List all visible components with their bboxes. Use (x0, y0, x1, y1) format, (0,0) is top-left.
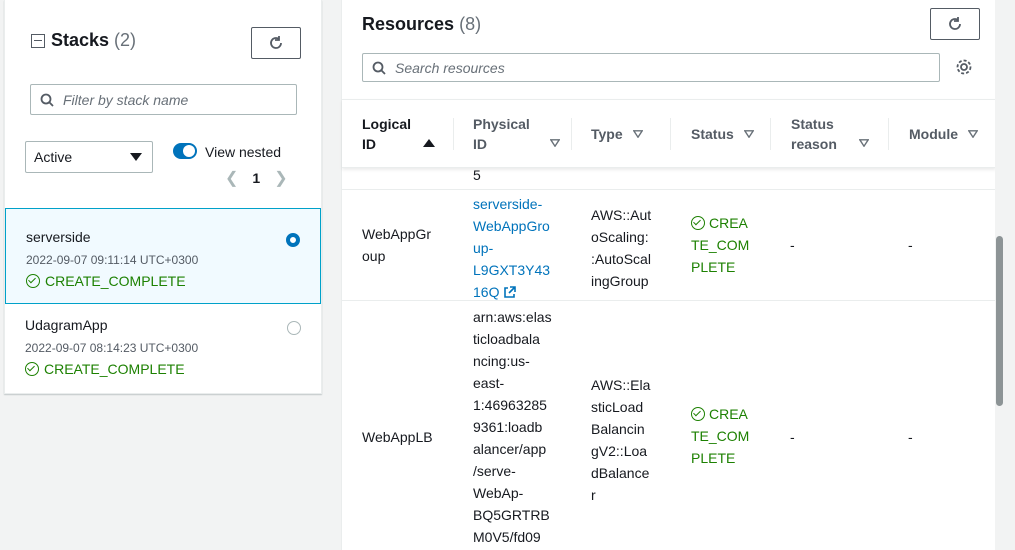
row-logical-id: WebAppLB (362, 429, 433, 445)
column-header-module[interactable]: Module (909, 100, 994, 167)
stack-status: CREATE_COMPLETE (26, 273, 300, 289)
stack-date: 2022-09-07 09:11:14 UTC+0300 (26, 253, 199, 267)
stack-radio-selected[interactable] (286, 233, 300, 247)
row-divider (342, 300, 996, 301)
resources-count: (8) (459, 14, 482, 34)
stack-name: UdagramApp (25, 317, 108, 333)
stacks-header: Stacks (2) (31, 30, 136, 51)
column-header-type[interactable]: Type (591, 100, 671, 167)
sort-icon (549, 138, 560, 147)
stack-status-filter[interactable]: Active (25, 141, 153, 173)
stack-radio[interactable] (287, 321, 301, 335)
stacks-pagination: ❮ 1 ❯ (225, 168, 288, 188)
sort-ascending-icon (423, 138, 436, 147)
resources-title: Resources (8) (362, 14, 481, 35)
stack-status-text: CREATE_COMPLETE (45, 273, 186, 289)
column-header-logical-id[interactable]: Logical ID (362, 100, 452, 167)
column-header-status[interactable]: Status (691, 100, 771, 167)
success-check-icon (691, 407, 705, 421)
resources-refresh-button[interactable] (930, 8, 980, 40)
stack-search-input[interactable]: Filter by stack name (30, 84, 297, 115)
column-divider (571, 118, 572, 150)
row-status: CREA TE_COM PLETE (691, 406, 750, 466)
search-icon (31, 93, 63, 107)
stacks-title: Stacks (51, 30, 110, 50)
stack-item-serverside[interactable]: serverside 2022-09-07 09:11:14 UTC+0300 … (5, 208, 321, 304)
stacks-count: (2) (114, 30, 137, 50)
view-nested-label: View nested (205, 144, 282, 160)
collapse-icon[interactable] (31, 33, 45, 48)
resource-search-placeholder: Search resources (395, 59, 505, 76)
stacks-refresh-button[interactable] (251, 27, 301, 59)
column-header-status-reason[interactable]: Status reason (791, 100, 881, 167)
stack-status: CREATE_COMPLETE (25, 361, 301, 377)
refresh-icon (270, 36, 282, 49)
stacks-panel: Stacks (2) Filter by stack name Active V… (4, 0, 322, 394)
chevron-left-icon[interactable]: ❮ (225, 168, 238, 188)
chevron-right-icon[interactable]: ❯ (274, 168, 287, 188)
resources-table-header: Logical ID Physical ID Type Status Status r… (342, 99, 996, 168)
resources-panel: Resources (8) Search resources 5 WebAppG… (341, 0, 996, 550)
stack-status-text: CREATE_COMPLETE (44, 361, 185, 377)
row-type: AWS::Aut oScaling: :AutoScal ingGroup (591, 207, 652, 289)
row-status: CREA TE_COM PLETE (691, 215, 750, 275)
view-nested-toggle[interactable] (173, 143, 197, 159)
sort-icon (632, 129, 643, 138)
success-check-icon (25, 362, 39, 376)
stack-name: serverside (26, 229, 91, 245)
column-header-physical-id[interactable]: Physical ID (473, 100, 563, 167)
row-module: - (908, 237, 913, 253)
row-module: - (908, 429, 913, 445)
success-check-icon (26, 274, 40, 288)
row-status-reason: - (790, 237, 795, 253)
resource-search-input[interactable]: Search resources (362, 53, 940, 82)
stack-status-filter-value: Active (34, 149, 73, 165)
column-divider (670, 118, 671, 150)
sort-icon (858, 138, 869, 147)
row-type: AWS::Ela sticLoad Balancin gV2::Loa dBal… (591, 377, 651, 503)
refresh-icon (949, 17, 961, 30)
current-page[interactable]: 1 (252, 170, 260, 186)
success-check-icon (691, 216, 705, 230)
stack-item-udagramapp[interactable]: UdagramApp 2022-09-07 08:14:23 UTC+0300 … (5, 305, 321, 393)
sort-icon (743, 129, 754, 138)
row-physical-id-link[interactable]: serverside- WebAppGro up- L9GXT3Y43 16Q (473, 193, 563, 305)
external-link-icon (503, 283, 517, 305)
row-physical-id: arn:aws:elas ticloadbala ncing:us- east-… (473, 309, 552, 545)
stack-search-placeholder: Filter by stack name (63, 91, 189, 108)
scrollbar-thumb[interactable] (996, 236, 1003, 406)
row-status-reason: - (790, 429, 795, 445)
column-divider (453, 118, 454, 150)
sort-icon (968, 129, 978, 138)
row-divider (342, 189, 996, 190)
caret-down-icon (130, 153, 142, 161)
column-divider (888, 118, 889, 150)
resources-title-text: Resources (362, 14, 455, 34)
gear-icon[interactable] (955, 58, 973, 81)
row-logical-id: WebAppGr oup (362, 226, 431, 264)
stack-date: 2022-09-07 08:14:23 UTC+0300 (25, 341, 199, 355)
search-icon (363, 61, 395, 75)
column-divider (770, 118, 771, 150)
